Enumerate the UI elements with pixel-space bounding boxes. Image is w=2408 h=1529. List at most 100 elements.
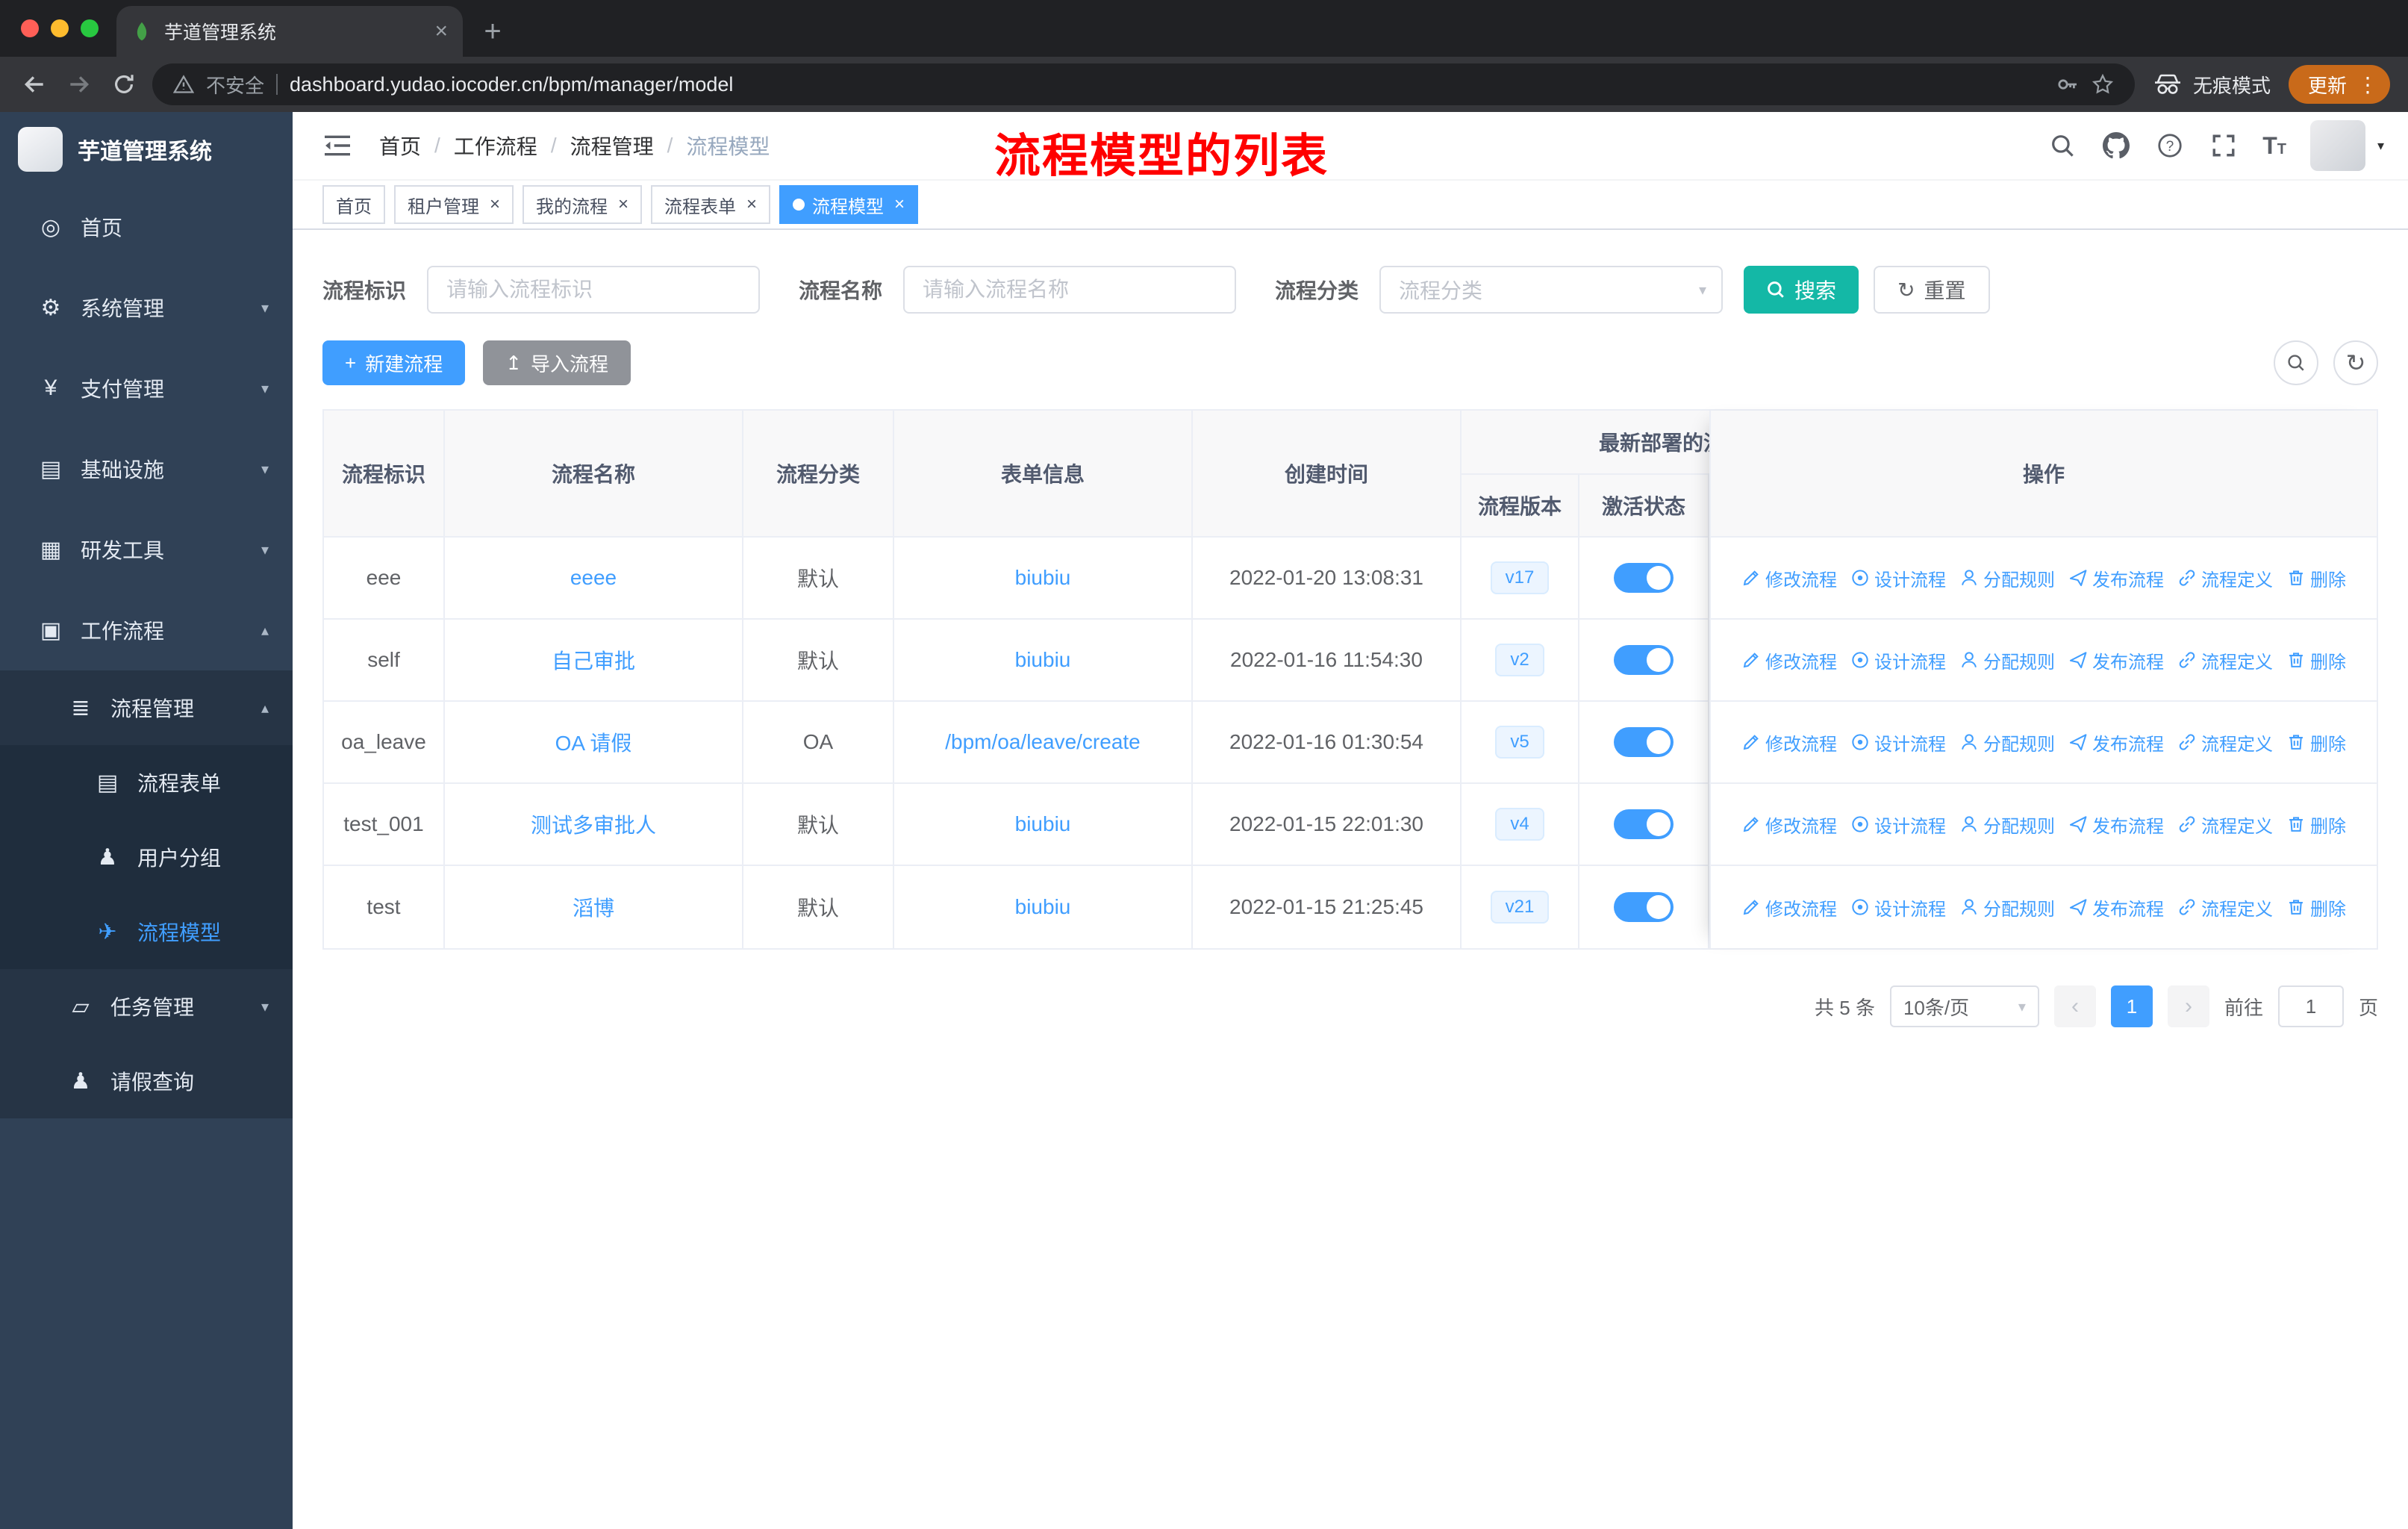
tag-home[interactable]: 首页 (322, 185, 385, 224)
action-delete[interactable]: 删除 (2286, 647, 2346, 673)
sidebar-collapse-icon[interactable] (322, 133, 352, 158)
action-edit[interactable]: 修改流程 (1741, 647, 1837, 673)
sidebar-item-task-management[interactable]: ▱ 任务管理 ▾ (0, 969, 293, 1044)
tab-close-icon[interactable]: × (434, 20, 448, 43)
form-link[interactable]: biubiu (1015, 648, 1071, 672)
active-toggle[interactable] (1614, 727, 1674, 757)
action-publish[interactable]: 发布流程 (2068, 894, 2164, 921)
category-select[interactable]: 流程分类 ▾ (1379, 266, 1724, 314)
window-close-button[interactable] (21, 19, 39, 37)
action-edit[interactable]: 修改流程 (1741, 729, 1837, 756)
action-definition[interactable]: 流程定义 (2177, 647, 2273, 673)
action-design[interactable]: 设计流程 (1850, 647, 1946, 673)
reset-button[interactable]: ↻ 重置 (1874, 266, 1990, 314)
active-toggle[interactable] (1614, 809, 1674, 839)
address-bar[interactable]: 不安全 dashboard.yudao.iocoder.cn/bpm/manag… (152, 63, 2135, 105)
key-icon[interactable] (2056, 72, 2080, 96)
sidebar-item-devtools[interactable]: ▦ 研发工具 ▾ (0, 509, 293, 590)
action-delete[interactable]: 删除 (2286, 812, 2346, 838)
form-link[interactable]: /bpm/oa/leave/create (945, 730, 1141, 754)
tag-close-icon[interactable]: × (490, 196, 500, 214)
action-publish[interactable]: 发布流程 (2068, 647, 2164, 673)
tag-my-process[interactable]: 我的流程 × (523, 185, 643, 224)
process-id-input[interactable] (427, 266, 761, 314)
form-link[interactable]: biubiu (1015, 812, 1071, 836)
action-assign[interactable]: 分配规则 (1959, 647, 2055, 673)
import-process-button[interactable]: ↥ 导入流程 (483, 340, 631, 385)
reload-icon[interactable] (107, 68, 140, 101)
sidebar-item-process-form[interactable]: ▤ 流程表单 (0, 745, 293, 820)
action-edit[interactable]: 修改流程 (1741, 894, 1837, 921)
breadcrumb-item[interactable]: 工作流程 (454, 131, 537, 161)
action-design[interactable]: 设计流程 (1850, 729, 1946, 756)
user-avatar[interactable] (2309, 120, 2365, 171)
breadcrumb-item[interactable]: 首页 (379, 131, 421, 161)
sidebar-item-process-model[interactable]: ✈ 流程模型 (0, 894, 293, 969)
action-publish[interactable]: 发布流程 (2068, 565, 2164, 591)
form-link[interactable]: biubiu (1015, 566, 1071, 590)
tag-process-model[interactable]: 流程模型 × (779, 185, 919, 224)
new-tab-button[interactable]: + (472, 10, 514, 52)
action-definition[interactable]: 流程定义 (2177, 812, 2273, 838)
action-design[interactable]: 设计流程 (1850, 565, 1946, 591)
action-definition[interactable]: 流程定义 (2177, 729, 2273, 756)
process-name-link[interactable]: 自己审批 (552, 645, 635, 675)
action-assign[interactable]: 分配规则 (1959, 812, 2055, 838)
action-definition[interactable]: 流程定义 (2177, 894, 2273, 921)
tag-close-icon[interactable]: × (746, 196, 757, 214)
browser-tab[interactable]: 芋道管理系统 × (116, 6, 463, 57)
sidebar-item-payment-management[interactable]: ¥ 支付管理 ▾ (0, 348, 293, 429)
action-assign[interactable]: 分配规则 (1959, 565, 2055, 591)
fullscreen-icon[interactable] (2209, 131, 2239, 161)
next-page-button[interactable]: › (2167, 985, 2209, 1027)
sidebar-item-system-management[interactable]: ⚙ 系统管理 ▾ (0, 267, 293, 348)
forward-icon[interactable] (63, 68, 96, 101)
sidebar-item-workflow[interactable]: ▣ 工作流程 ▴ (0, 590, 293, 670)
toggle-search-button[interactable] (2274, 340, 2318, 385)
tag-tenant-management[interactable]: 租户管理 × (394, 185, 514, 224)
bookmark-star-icon[interactable] (2092, 73, 2114, 96)
action-design[interactable]: 设计流程 (1850, 812, 1946, 838)
action-assign[interactable]: 分配规则 (1959, 729, 2055, 756)
process-name-link[interactable]: eeee (570, 566, 617, 590)
browser-menu-icon[interactable]: ⋮ (2357, 72, 2378, 97)
form-link[interactable]: biubiu (1015, 895, 1071, 919)
action-publish[interactable]: 发布流程 (2068, 812, 2164, 838)
action-delete[interactable]: 删除 (2286, 729, 2346, 756)
help-icon[interactable]: ? (2155, 131, 2185, 161)
back-icon[interactable] (18, 68, 51, 101)
font-size-icon[interactable]: TT (2262, 134, 2286, 158)
github-icon[interactable] (2101, 131, 2131, 161)
refresh-table-button[interactable]: ↻ (2333, 340, 2378, 385)
action-publish[interactable]: 发布流程 (2068, 729, 2164, 756)
process-name-link[interactable]: 滔博 (573, 892, 614, 922)
window-zoom-button[interactable] (81, 19, 99, 37)
update-button[interactable]: 更新 ⋮ (2288, 65, 2390, 104)
active-toggle[interactable] (1614, 645, 1674, 675)
window-minimize-button[interactable] (51, 19, 69, 37)
tag-process-form[interactable]: 流程表单 × (651, 185, 771, 224)
action-edit[interactable]: 修改流程 (1741, 812, 1837, 838)
search-button[interactable]: 搜索 (1744, 266, 1859, 314)
process-name-link[interactable]: 测试多审批人 (531, 809, 656, 839)
action-edit[interactable]: 修改流程 (1741, 565, 1837, 591)
prev-page-button[interactable]: ‹ (2053, 985, 2096, 1027)
action-delete[interactable]: 删除 (2286, 894, 2346, 921)
action-delete[interactable]: 删除 (2286, 565, 2346, 591)
process-name-input[interactable] (903, 266, 1237, 314)
sidebar-item-home[interactable]: ◎ 首页 (0, 187, 293, 267)
action-assign[interactable]: 分配规则 (1959, 894, 2055, 921)
sidebar-item-infrastructure[interactable]: ▤ 基础设施 ▾ (0, 429, 293, 509)
page-size-select[interactable]: 10条/页 ▾ (1889, 985, 2039, 1027)
search-icon[interactable] (2047, 131, 2077, 161)
tag-close-icon[interactable]: × (894, 196, 905, 214)
active-toggle[interactable] (1614, 563, 1674, 593)
sidebar-item-user-group[interactable]: ♟ 用户分组 (0, 820, 293, 894)
active-toggle[interactable] (1614, 892, 1674, 922)
sidebar-item-process-management[interactable]: ≣ 流程管理 ▴ (0, 670, 293, 745)
action-design[interactable]: 设计流程 (1850, 894, 1946, 921)
page-number-1[interactable]: 1 (2110, 985, 2153, 1027)
create-process-button[interactable]: + 新建流程 (322, 340, 466, 385)
breadcrumb-item[interactable]: 流程管理 (570, 131, 654, 161)
sidebar-item-leave-query[interactable]: ♟ 请假查询 (0, 1044, 293, 1118)
